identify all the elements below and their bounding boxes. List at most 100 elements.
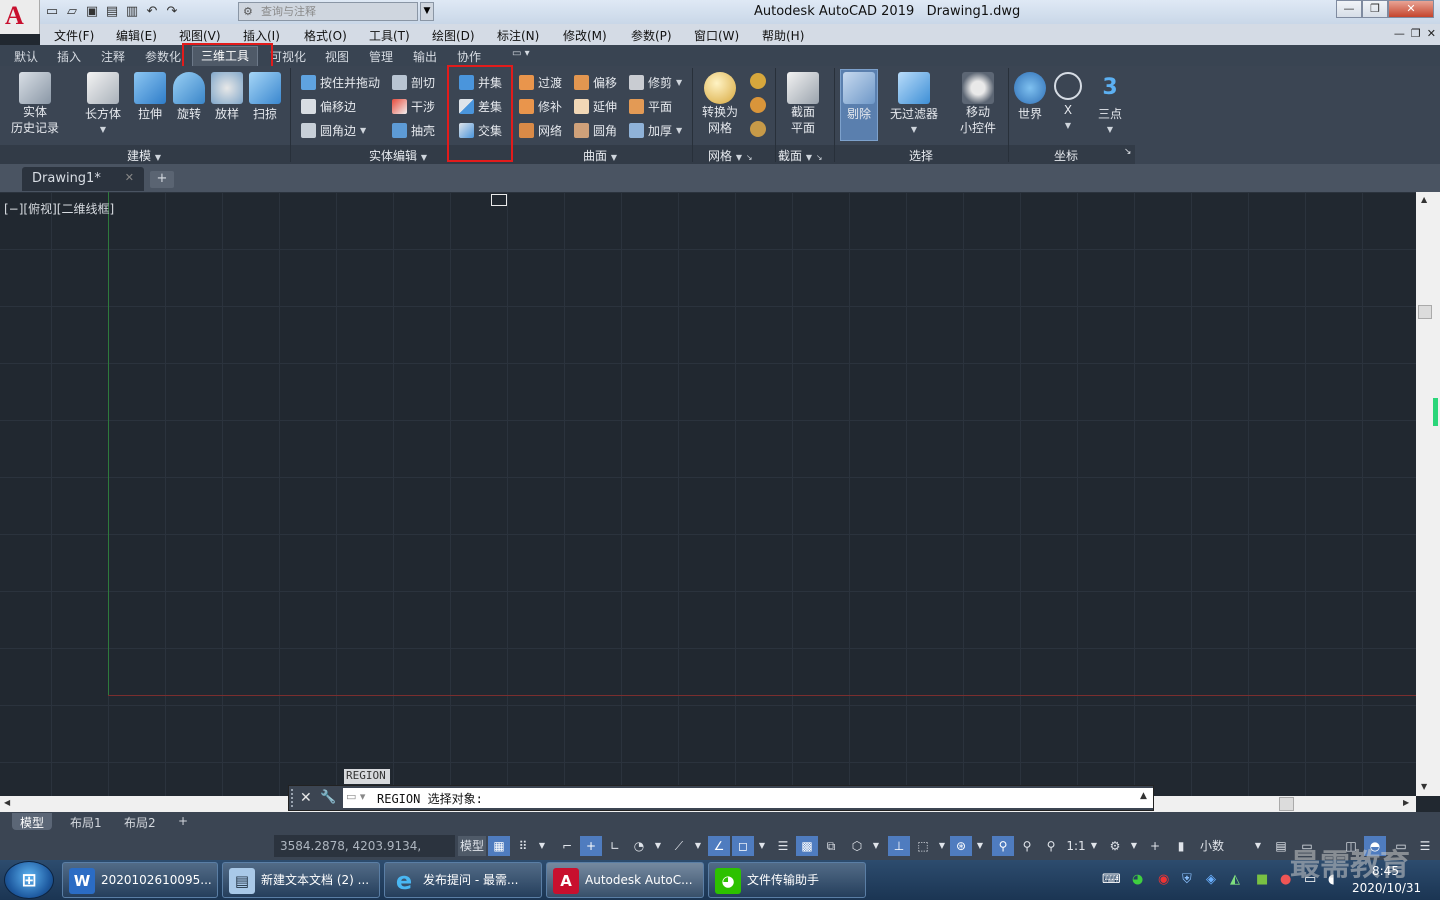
- snap-dropdown-icon[interactable]: ▼: [536, 836, 548, 856]
- patch-button[interactable]: 修补: [519, 96, 562, 116]
- mesh-smooth-icon[interactable]: [750, 97, 766, 113]
- drawing-canvas[interactable]: [0, 192, 1416, 796]
- selection-cycling-icon[interactable]: ⧉: [820, 836, 842, 856]
- no-filter-button[interactable]: 无过滤器 ▼: [886, 72, 942, 138]
- vertical-scroll-thumb[interactable]: [1418, 305, 1432, 319]
- panel-label-modeling[interactable]: 建模 ▼: [127, 147, 161, 164]
- network-box-icon[interactable]: ◈: [1206, 872, 1216, 887]
- horizontal-scroll-thumb[interactable]: [1279, 797, 1294, 811]
- undo-icon[interactable]: ↶: [144, 4, 160, 20]
- command-history-toggle-icon[interactable]: ▲: [1140, 791, 1147, 801]
- annotation-visibility-icon[interactable]: ⚲: [992, 836, 1014, 856]
- taskbar-item-notepad[interactable]: ▤ 新建文本文档 (2) ...: [222, 862, 380, 898]
- application-menu-button[interactable]: A: [0, 0, 40, 34]
- shell-button[interactable]: 抽壳: [392, 120, 435, 140]
- start-button[interactable]: ⊞: [4, 861, 54, 899]
- close-button[interactable]: ✕: [1388, 0, 1434, 18]
- clock-date[interactable]: 2020/10/31: [1352, 881, 1421, 895]
- transparency-icon[interactable]: ▩: [796, 836, 818, 856]
- panel-label-section[interactable]: 截面 ▼ ↘: [778, 147, 823, 164]
- panel-label-mesh[interactable]: 网格 ▼ ↘: [708, 147, 753, 164]
- coordinates-launcher-icon[interactable]: ↘: [1124, 147, 1132, 157]
- 3d-snap-dropdown-icon[interactable]: ▼: [870, 836, 882, 856]
- ucs-x-dropdown-icon[interactable]: ▼: [1050, 118, 1086, 134]
- slice-button[interactable]: 剖切: [392, 72, 435, 92]
- taskbar-item-wechat[interactable]: ◕ 文件传输助手: [708, 862, 866, 898]
- dynamic-input-icon[interactable]: +: [580, 836, 602, 856]
- convert-to-mesh-button[interactable]: 转换为 网格: [698, 72, 742, 136]
- scroll-up-icon[interactable]: ▲: [1421, 195, 1427, 204]
- grid-icon[interactable]: ▦: [488, 836, 510, 856]
- surface-offset-button[interactable]: 偏移: [574, 72, 617, 92]
- scroll-right-icon[interactable]: ▶: [1403, 798, 1409, 807]
- tab-manage[interactable]: 管理: [369, 48, 393, 65]
- save-icon[interactable]: ▣: [84, 4, 100, 20]
- wechat-tray-icon[interactable]: ◕: [1132, 872, 1143, 887]
- search-box[interactable]: ⚙ 查询与注释: [238, 2, 418, 21]
- print-icon[interactable]: ▥: [124, 4, 140, 20]
- gizmo-dropdown-icon[interactable]: ▼: [974, 836, 986, 856]
- recent-commands-icon[interactable]: ▭ ▾: [346, 790, 365, 803]
- workspace-gear-icon[interactable]: ⚙: [1104, 836, 1126, 856]
- scroll-down-icon[interactable]: ▼: [1421, 782, 1427, 791]
- polar-tracking-icon[interactable]: ◔: [628, 836, 650, 856]
- vertical-scrollbar[interactable]: [1416, 192, 1440, 796]
- taskbar-item-ie[interactable]: e 发布提问 - 最需...: [384, 862, 542, 898]
- weibo-icon[interactable]: ◉: [1158, 872, 1169, 887]
- panel-label-surface[interactable]: 曲面 ▼: [583, 147, 617, 164]
- model-space-button[interactable]: 模型: [458, 836, 486, 856]
- isometric-icon[interactable]: ⟋: [668, 836, 690, 856]
- quick-properties-icon[interactable]: ▤: [1270, 836, 1292, 856]
- close-icon[interactable]: ✕: [300, 790, 312, 806]
- annotation-monitor-icon[interactable]: +: [1144, 836, 1166, 856]
- infer-constraints-icon[interactable]: ⌐: [556, 836, 578, 856]
- open-file-icon[interactable]: ▱: [64, 4, 80, 20]
- surface-fillet-button[interactable]: 圆角: [574, 120, 617, 140]
- tab-collaborate[interactable]: 协作: [457, 48, 481, 65]
- taskbar-item-autocad[interactable]: A Autodesk AutoC...: [546, 862, 704, 898]
- app-tray-icon[interactable]: ◭: [1230, 872, 1240, 887]
- tab-output[interactable]: 输出: [413, 48, 437, 65]
- tab-layout1[interactable]: 布局1: [62, 813, 110, 830]
- fillet-edge-button[interactable]: 圆角边 ▼: [301, 120, 366, 140]
- scale-dropdown-icon[interactable]: ▼: [1088, 836, 1100, 856]
- security-shield-icon[interactable]: ⛨: [1182, 872, 1192, 887]
- tab-view[interactable]: 视图: [325, 48, 349, 65]
- network-button[interactable]: 网络: [519, 120, 562, 140]
- tab-insert[interactable]: 插入: [57, 48, 81, 65]
- move-gizmo-button[interactable]: 移动 小控件: [956, 72, 1000, 136]
- add-layout-icon[interactable]: +: [170, 813, 196, 830]
- new-file-icon[interactable]: ▭: [44, 4, 60, 20]
- surface-extend-button[interactable]: 延伸: [574, 96, 617, 116]
- menu-dimension[interactable]: 标注(N): [497, 27, 539, 44]
- panel-label-solid-editing[interactable]: 实体编辑 ▼: [369, 147, 427, 164]
- command-line-grip[interactable]: [291, 789, 295, 807]
- ucs-world-button[interactable]: 世界: [1012, 72, 1048, 122]
- annotation-scale-icon[interactable]: ⚲: [1040, 836, 1062, 856]
- menu-draw[interactable]: 绘图(D): [432, 27, 475, 44]
- ribbon-toggle-icon[interactable]: ▭ ▾: [512, 48, 530, 59]
- maximize-button[interactable]: ❐: [1362, 0, 1388, 18]
- customization-icon[interactable]: ☰: [1414, 836, 1436, 856]
- tab-parametric[interactable]: 参数化: [145, 48, 181, 65]
- object-snap-icon[interactable]: ◻: [732, 836, 754, 856]
- dynamic-ucs-icon[interactable]: ⊥: [888, 836, 910, 856]
- tab-layout2[interactable]: 布局2: [116, 813, 164, 830]
- doc-restore-icon[interactable]: ❐: [1411, 27, 1421, 40]
- tab-default[interactable]: 默认: [14, 48, 38, 65]
- lineweight-icon[interactable]: ☰: [772, 836, 794, 856]
- redo-icon[interactable]: ↷: [164, 4, 180, 20]
- doc-minimize-icon[interactable]: —: [1394, 27, 1405, 40]
- viewport-controls[interactable]: [−][俯视][二维线框]: [4, 200, 114, 217]
- extrude-button[interactable]: 拉伸: [131, 72, 169, 122]
- menu-parameter[interactable]: 参数(P): [631, 27, 672, 44]
- loft-button[interactable]: 放样: [208, 72, 246, 122]
- box-button[interactable]: 长方体 ▼: [82, 72, 124, 138]
- close-tab-icon[interactable]: ✕: [125, 171, 134, 184]
- menu-help[interactable]: 帮助(H): [762, 27, 804, 44]
- polar-dropdown-icon[interactable]: ▼: [652, 836, 664, 856]
- snap-icon[interactable]: ⠿: [512, 836, 534, 856]
- ortho-icon[interactable]: ∟: [604, 836, 626, 856]
- menu-tools[interactable]: 工具(T): [369, 27, 410, 44]
- menu-window[interactable]: 窗口(W): [694, 27, 739, 44]
